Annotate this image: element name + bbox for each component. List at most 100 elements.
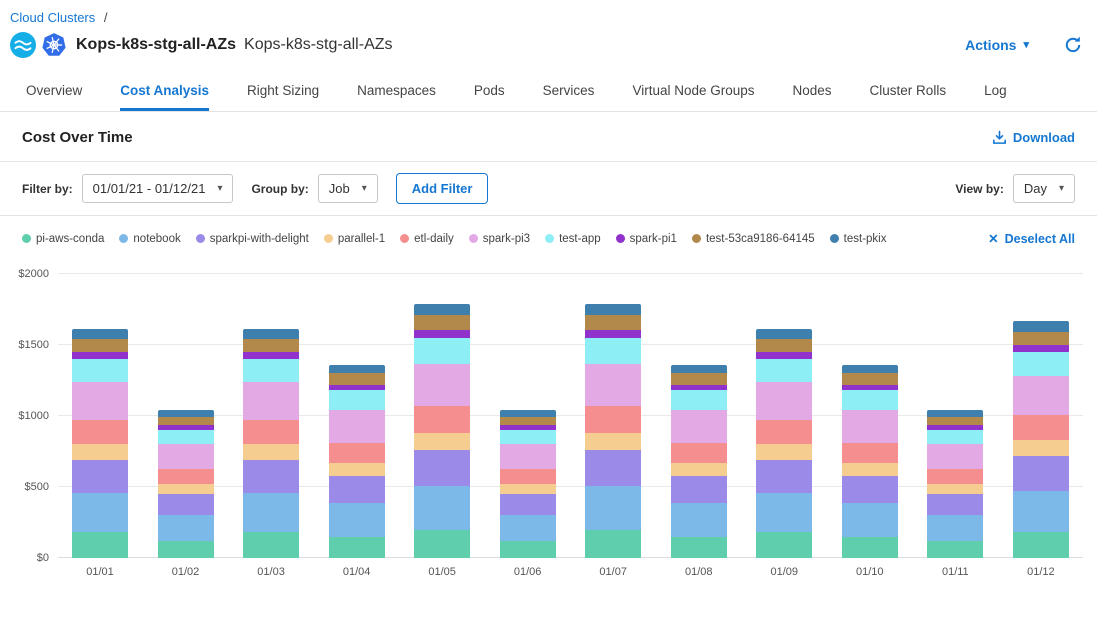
bar-01-04[interactable]	[329, 274, 385, 558]
date-range-select[interactable]: 01/01/21 - 01/12/21 ▾	[82, 174, 234, 203]
legend-item-test-pkix[interactable]: test-pkix	[830, 233, 887, 245]
bar-segment-pi-aws-conda[interactable]	[72, 532, 128, 558]
bar-segment-etl-daily[interactable]	[329, 443, 385, 463]
bar-segment-notebook[interactable]	[1013, 491, 1069, 532]
bar-segment-test-pkix[interactable]	[585, 304, 641, 315]
bar-01-07[interactable]	[585, 274, 641, 558]
bar-segment-notebook[interactable]	[414, 486, 470, 530]
bar-segment-test-53ca9186-64145[interactable]	[842, 373, 898, 384]
bar-segment-spark-pi1[interactable]	[414, 330, 470, 338]
add-filter-button[interactable]: Add Filter	[396, 173, 489, 204]
bar-segment-etl-daily[interactable]	[414, 406, 470, 433]
legend-item-parallel-1[interactable]: parallel-1	[324, 233, 385, 245]
bar-segment-test-app[interactable]	[927, 430, 983, 444]
group-by-select[interactable]: Job ▾	[318, 174, 378, 203]
bar-segment-test-53ca9186-64145[interactable]	[329, 373, 385, 384]
bar-segment-pi-aws-conda[interactable]	[756, 532, 812, 558]
bar-segment-pi-aws-conda[interactable]	[414, 530, 470, 558]
bar-segment-sparkpi-with-delight[interactable]	[1013, 456, 1069, 490]
bar-01-08[interactable]	[671, 274, 727, 558]
bar-segment-test-app[interactable]	[585, 338, 641, 364]
bar-segment-etl-daily[interactable]	[72, 420, 128, 444]
bar-segment-test-53ca9186-64145[interactable]	[671, 373, 727, 384]
bar-segment-sparkpi-with-delight[interactable]	[927, 494, 983, 515]
bar-segment-test-app[interactable]	[243, 359, 299, 382]
legend-item-test-53ca9186-64145[interactable]: test-53ca9186-64145	[692, 233, 815, 245]
tab-pods[interactable]: Pods	[474, 71, 505, 111]
bar-01-01[interactable]	[72, 274, 128, 558]
bar-segment-pi-aws-conda[interactable]	[842, 537, 898, 558]
legend-item-etl-daily[interactable]: etl-daily	[400, 233, 454, 245]
actions-button[interactable]: Actions ▾	[965, 37, 1029, 53]
bar-segment-notebook[interactable]	[158, 515, 214, 541]
bar-segment-spark-pi3[interactable]	[1013, 376, 1069, 416]
bar-segment-spark-pi1[interactable]	[756, 352, 812, 359]
bar-segment-sparkpi-with-delight[interactable]	[842, 476, 898, 503]
bar-segment-test-pkix[interactable]	[842, 365, 898, 374]
bar-segment-sparkpi-with-delight[interactable]	[756, 460, 812, 493]
bar-segment-parallel-1[interactable]	[243, 444, 299, 460]
bar-01-02[interactable]	[158, 274, 214, 558]
bar-segment-etl-daily[interactable]	[671, 443, 727, 463]
bar-segment-sparkpi-with-delight[interactable]	[500, 494, 556, 515]
bar-segment-test-53ca9186-64145[interactable]	[927, 417, 983, 426]
bar-segment-spark-pi3[interactable]	[414, 364, 470, 407]
bar-segment-test-53ca9186-64145[interactable]	[500, 417, 556, 426]
bar-segment-parallel-1[interactable]	[414, 433, 470, 450]
bar-segment-etl-daily[interactable]	[756, 420, 812, 444]
bar-segment-test-app[interactable]	[158, 430, 214, 444]
bar-01-05[interactable]	[414, 274, 470, 558]
bar-01-06[interactable]	[500, 274, 556, 558]
bar-segment-spark-pi1[interactable]	[72, 352, 128, 359]
bar-segment-sparkpi-with-delight[interactable]	[671, 476, 727, 503]
legend-item-spark-pi1[interactable]: spark-pi1	[616, 233, 677, 245]
bar-segment-test-app[interactable]	[72, 359, 128, 382]
bar-segment-notebook[interactable]	[756, 493, 812, 533]
bar-segment-spark-pi3[interactable]	[842, 410, 898, 443]
bar-01-10[interactable]	[842, 274, 898, 558]
bar-segment-notebook[interactable]	[671, 503, 727, 537]
bar-segment-etl-daily[interactable]	[243, 420, 299, 444]
bar-segment-parallel-1[interactable]	[842, 463, 898, 476]
bar-segment-test-53ca9186-64145[interactable]	[243, 339, 299, 352]
bar-segment-etl-daily[interactable]	[585, 406, 641, 433]
tab-nodes[interactable]: Nodes	[793, 71, 832, 111]
bar-segment-notebook[interactable]	[500, 515, 556, 541]
bar-segment-parallel-1[interactable]	[72, 444, 128, 460]
bar-segment-sparkpi-with-delight[interactable]	[158, 494, 214, 515]
bar-segment-test-53ca9186-64145[interactable]	[158, 417, 214, 426]
bar-segment-etl-daily[interactable]	[158, 469, 214, 485]
bar-segment-etl-daily[interactable]	[842, 443, 898, 463]
bar-segment-parallel-1[interactable]	[500, 484, 556, 494]
bar-segment-spark-pi3[interactable]	[756, 382, 812, 420]
bar-segment-test-app[interactable]	[329, 390, 385, 410]
bar-segment-notebook[interactable]	[72, 493, 128, 533]
bar-segment-test-app[interactable]	[756, 359, 812, 382]
bar-segment-test-pkix[interactable]	[414, 304, 470, 315]
bar-segment-spark-pi3[interactable]	[72, 382, 128, 420]
tab-cost-analysis[interactable]: Cost Analysis	[120, 71, 209, 111]
bar-segment-test-app[interactable]	[671, 390, 727, 410]
bar-segment-pi-aws-conda[interactable]	[585, 530, 641, 558]
bar-segment-test-53ca9186-64145[interactable]	[585, 315, 641, 330]
tab-right-sizing[interactable]: Right Sizing	[247, 71, 319, 111]
bar-segment-pi-aws-conda[interactable]	[243, 532, 299, 558]
tab-log[interactable]: Log	[984, 71, 1007, 111]
bar-segment-spark-pi1[interactable]	[585, 330, 641, 338]
breadcrumb-link-cloud-clusters[interactable]: Cloud Clusters	[10, 10, 95, 25]
legend-item-test-app[interactable]: test-app	[545, 233, 601, 245]
bar-segment-sparkpi-with-delight[interactable]	[329, 476, 385, 503]
bar-segment-test-53ca9186-64145[interactable]	[72, 339, 128, 352]
bar-segment-test-pkix[interactable]	[671, 365, 727, 374]
deselect-all-button[interactable]: ✕ Deselect All	[988, 231, 1075, 246]
bar-segment-pi-aws-conda[interactable]	[1013, 532, 1069, 558]
bar-segment-etl-daily[interactable]	[500, 469, 556, 485]
bar-segment-test-app[interactable]	[1013, 352, 1069, 375]
bar-segment-notebook[interactable]	[243, 493, 299, 533]
bar-segment-pi-aws-conda[interactable]	[158, 541, 214, 558]
bar-segment-test-pkix[interactable]	[72, 329, 128, 339]
bar-segment-spark-pi3[interactable]	[329, 410, 385, 443]
bar-segment-test-pkix[interactable]	[329, 365, 385, 374]
bar-segment-parallel-1[interactable]	[927, 484, 983, 494]
bar-segment-pi-aws-conda[interactable]	[927, 541, 983, 558]
